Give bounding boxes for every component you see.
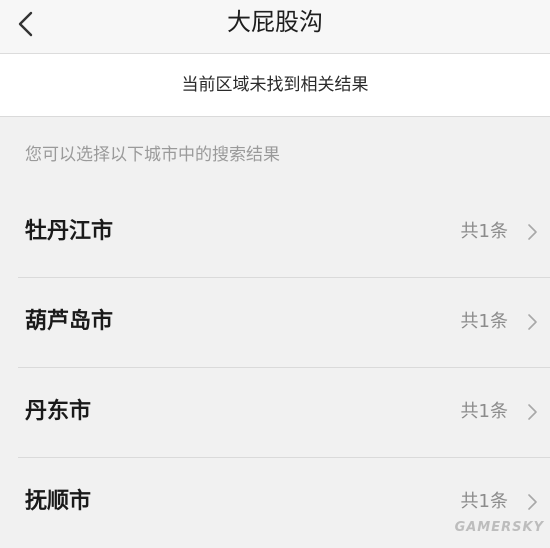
city-item[interactable]: 葫芦岛市 共1条	[0, 278, 550, 368]
no-result-text: 当前区域未找到相关结果	[181, 75, 369, 95]
city-item[interactable]: 牡丹江市 共1条	[0, 188, 550, 278]
chevron-right-icon	[528, 404, 537, 420]
city-name: 抚顺市	[25, 489, 92, 514]
no-result-notice: 当前区域未找到相关结果	[0, 54, 550, 117]
page-title: 大屁股沟	[227, 8, 323, 36]
chevron-right-icon	[528, 224, 537, 240]
city-name: 葫芦岛市	[25, 309, 114, 334]
city-item[interactable]: 丹东市 共1条	[0, 368, 550, 458]
city-name: 牡丹江市	[25, 219, 114, 244]
city-list: 牡丹江市 共1条 葫芦岛市 共1条 丹东市 共1条 抚顺市 共1条	[0, 188, 550, 548]
result-count: 共1条	[460, 311, 508, 332]
chevron-right-icon	[528, 494, 537, 510]
city-name: 丹东市	[25, 399, 92, 424]
result-count: 共1条	[460, 221, 508, 242]
navigation-bar: 大屁股沟	[0, 0, 550, 54]
city-hint-text: 您可以选择以下城市中的搜索结果	[25, 145, 280, 165]
watermark: GAMERSKY	[454, 520, 544, 535]
chevron-right-icon	[528, 314, 537, 330]
result-count: 共1条	[460, 401, 508, 422]
